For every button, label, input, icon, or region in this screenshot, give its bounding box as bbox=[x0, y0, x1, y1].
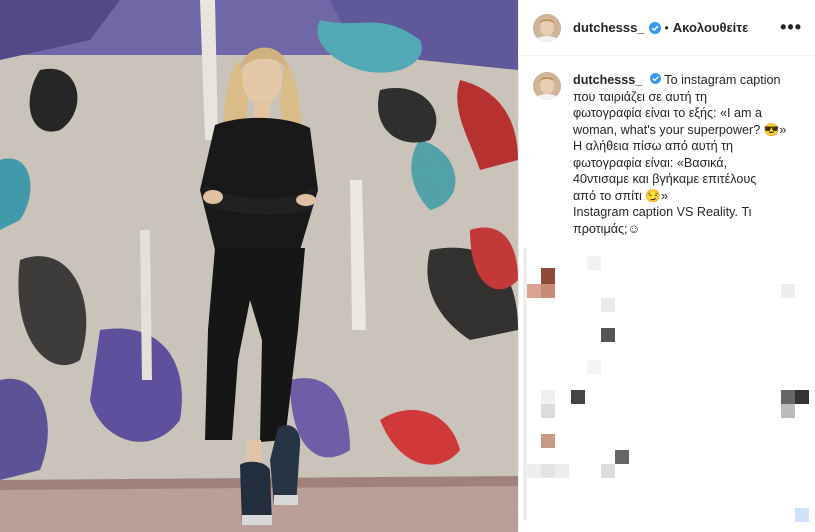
caption-line: Η αλήθεια πίσω από αυτή τη bbox=[573, 139, 734, 153]
caption-line: Instagram caption VS Reality. Τι bbox=[573, 205, 752, 219]
post-photo[interactable] bbox=[0, 0, 518, 532]
redacted-block bbox=[601, 464, 615, 478]
redacted-block bbox=[601, 298, 615, 312]
caption-line: φωτογραφία είναι: «Βασικά, bbox=[573, 155, 728, 170]
caption-text: dutchesss_ Το instagram caption που ταιρ… bbox=[573, 72, 786, 237]
redacted-block bbox=[781, 390, 795, 404]
photo-image bbox=[0, 0, 518, 532]
redacted-block bbox=[541, 434, 555, 448]
caption-author-avatar[interactable] bbox=[533, 72, 561, 100]
redacted-block bbox=[615, 450, 629, 464]
caption-line: φωτογραφία είναι το εξής: «I am a bbox=[573, 106, 763, 120]
caption-verified-badge-icon bbox=[649, 73, 661, 84]
redacted-block bbox=[601, 328, 615, 342]
redacted-block bbox=[587, 256, 601, 270]
redacted-block bbox=[527, 464, 541, 478]
caption-line: Το instagram caption bbox=[664, 73, 781, 87]
redacted-block bbox=[541, 284, 555, 298]
redacted-block bbox=[781, 284, 795, 298]
caption-line: woman, what's your superpower? 😎» bbox=[573, 122, 787, 137]
redacted-block bbox=[541, 268, 555, 284]
caption-line: 40ντισαμε και βγήκαμε επιτέλους bbox=[573, 172, 757, 186]
redacted-block bbox=[527, 284, 541, 298]
follow-status-button[interactable]: Ακολουθείτε bbox=[673, 20, 749, 35]
redacted-block bbox=[587, 360, 601, 374]
redacted-block bbox=[541, 464, 555, 478]
caption-line: που ταιριάζει σε αυτή τη bbox=[573, 89, 707, 104]
redacted-block bbox=[795, 508, 809, 522]
verified-badge-icon bbox=[648, 21, 661, 34]
separator-dot: • bbox=[664, 20, 669, 35]
caption-username[interactable]: dutchesss_ bbox=[573, 73, 642, 87]
author-username[interactable]: dutchesss_ bbox=[573, 20, 645, 35]
post-header: dutchesss_ • Ακολουθείτε ••• bbox=[519, 0, 815, 56]
caption-line: από το σπίτι 😏» bbox=[573, 188, 668, 203]
caption-block: dutchesss_ Το instagram caption που ταιρ… bbox=[519, 56, 815, 237]
post-sidebar: dutchesss_ • Ακολουθείτε ••• dutchesss_ … bbox=[518, 0, 815, 532]
redacted-block bbox=[781, 404, 795, 418]
author-avatar[interactable] bbox=[533, 13, 561, 42]
redacted-block bbox=[795, 390, 809, 404]
redacted-block bbox=[555, 464, 569, 478]
redacted-block bbox=[541, 390, 555, 404]
instagram-post: dutchesss_ • Ακολουθείτε ••• dutchesss_ … bbox=[0, 0, 815, 532]
caption-line: προτιμάς;☺ bbox=[573, 221, 641, 236]
more-options-icon[interactable]: ••• bbox=[780, 17, 802, 38]
redacted-block bbox=[571, 390, 585, 404]
redacted-block bbox=[541, 404, 555, 418]
